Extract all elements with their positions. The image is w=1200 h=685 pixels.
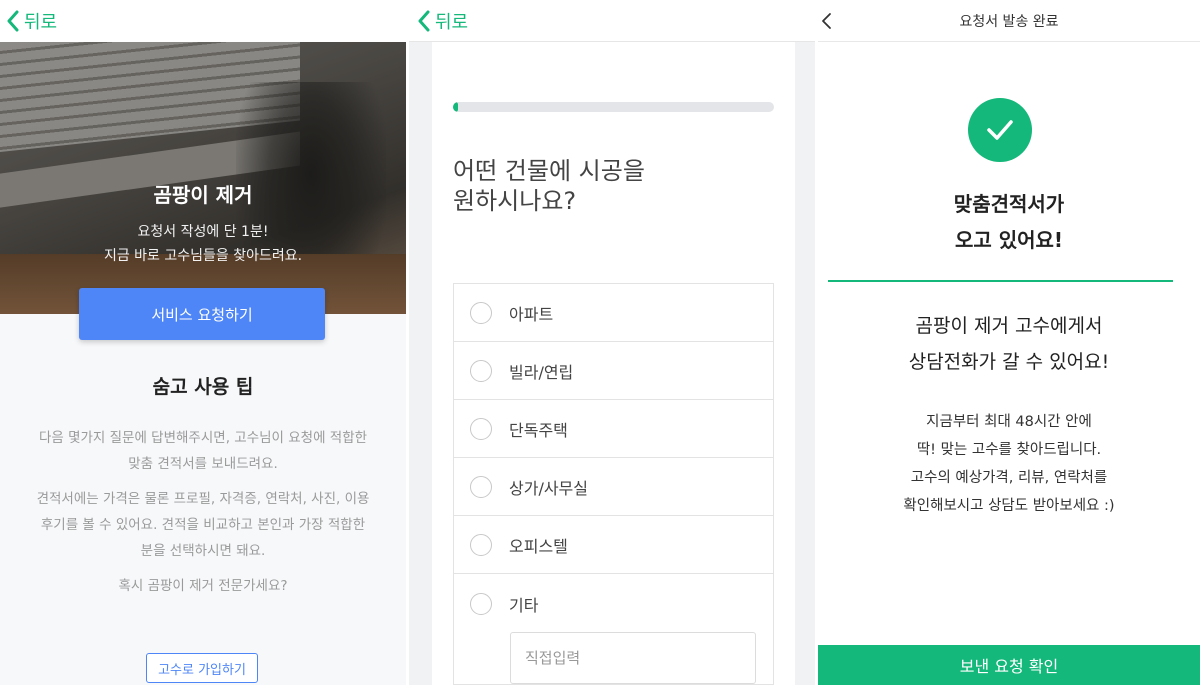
option-villa[interactable]: 빌라/연립	[454, 342, 773, 400]
request-service-button[interactable]: 서비스 요청하기	[79, 288, 325, 340]
panel-separator	[815, 0, 818, 685]
tips-paragraph-1: 다음 몇가지 질문에 답변해주시면, 고수님이 요청에 적합한 맞춤 견적서를 …	[38, 430, 368, 472]
question-title: 어떤 건물에 시공을 원하시나요?	[453, 157, 645, 215]
option-house[interactable]: 단독주택	[454, 400, 773, 458]
hero-subtitle: 요청서 작성에 단 1분! 지금 바로 고수님들을 찾아드려요.	[103, 224, 303, 264]
progress-fill	[453, 102, 458, 112]
top-bar: 요청서 발송 완료	[818, 0, 1200, 42]
service-intro-screen: 뒤로 곰팡이 제거 요청서 작성에 단 1분! 지금 바로 고수님들을 찾아드려…	[0, 0, 406, 685]
option-other-row[interactable]: 기타	[470, 592, 773, 616]
request-sent-screen: 요청서 발송 완료 맞춤견적서가 오고 있어요! 곰팡이 제거 고수에게서 상담…	[818, 0, 1200, 685]
chevron-left-icon	[822, 13, 831, 29]
back-button[interactable]	[820, 11, 834, 35]
checkmark-icon	[968, 98, 1032, 162]
hero-title: 곰팡이 제거	[153, 183, 253, 207]
radio-icon[interactable]	[470, 593, 492, 615]
top-bar: 뒤로	[0, 0, 406, 42]
tips-paragraph-2: 견적서에는 가격은 물론 프로필, 자격증, 연락처, 사진, 이용 후기를 볼…	[36, 491, 370, 559]
option-officetel[interactable]: 오피스텔	[454, 516, 773, 574]
subheadline: 곰팡이 제거 고수에게서 상담전화가 갈 수 있어요!	[908, 315, 1110, 373]
building-type-screen: 뒤로 어떤 건물에 시공을 원하시나요? 아파트 빌라/연립 단독주택 상가/사…	[409, 0, 815, 685]
headline: 맞춤견적서가 오고 있어요!	[953, 192, 1065, 252]
options-list: 아파트 빌라/연립 단독주택 상가/사무실 오피스텔 기타	[453, 283, 774, 685]
back-button[interactable]: 뒤로	[417, 8, 468, 34]
signup-as-pro-button[interactable]: 고수로 가입하기	[146, 653, 258, 683]
other-text-input[interactable]	[510, 632, 756, 684]
top-bar: 뒤로	[409, 0, 815, 42]
option-other: 기타	[454, 574, 773, 684]
chevron-left-icon	[418, 10, 430, 31]
radio-icon[interactable]	[470, 475, 492, 498]
radio-icon[interactable]	[470, 301, 492, 324]
progress-bar	[453, 102, 774, 112]
radio-icon[interactable]	[470, 533, 492, 556]
option-commercial[interactable]: 상가/사무실	[454, 458, 773, 516]
back-label: 뒤로	[435, 11, 469, 33]
back-button[interactable]: 뒤로	[6, 8, 57, 34]
tips-title: 숨고 사용 팁	[152, 376, 254, 398]
back-label: 뒤로	[24, 12, 58, 33]
view-sent-requests-button[interactable]: 보낸 요청 확인	[818, 645, 1200, 685]
radio-icon[interactable]	[470, 359, 492, 382]
panel-separator	[406, 0, 409, 685]
divider	[828, 280, 1173, 282]
info-text: 지금부터 최대 48시간 안에 딱! 맞는 고수를 찾아드립니다. 고수의 예상…	[903, 414, 1115, 514]
radio-icon[interactable]	[470, 417, 492, 440]
option-apartment[interactable]: 아파트	[454, 284, 773, 342]
chevron-left-icon	[7, 10, 19, 32]
hero-image: 곰팡이 제거 요청서 작성에 단 1분! 지금 바로 고수님들을 찾아드려요.	[0, 42, 406, 314]
pro-question: 혹시 곰팡이 제거 전문가세요?	[118, 578, 288, 594]
page-title: 요청서 발송 완료	[959, 13, 1059, 30]
